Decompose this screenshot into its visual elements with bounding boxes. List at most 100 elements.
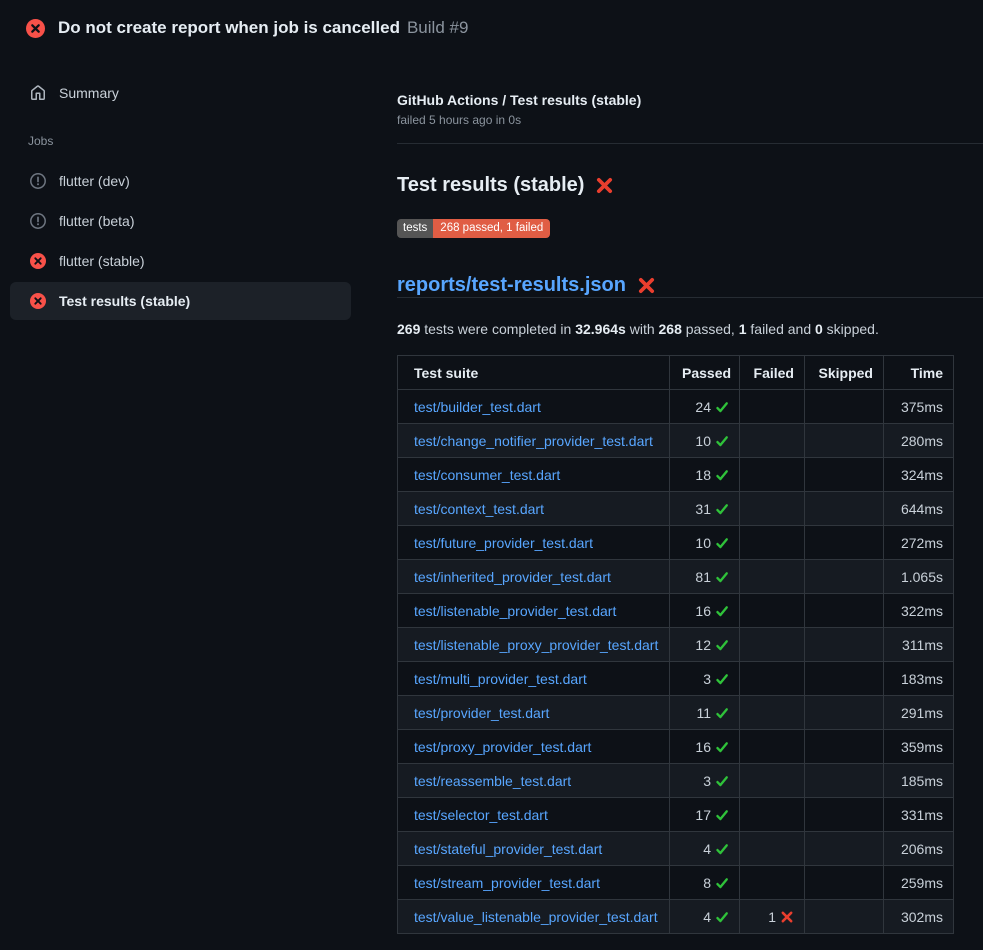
- passed-cell-value: 11: [696, 705, 729, 721]
- passed-cell-value: 3: [703, 773, 729, 789]
- passed-cell: 4: [670, 832, 740, 866]
- table-row: test/listenable_provider_test.dart16322m…: [398, 594, 954, 628]
- badge-label: tests: [397, 219, 433, 238]
- count: 8: [703, 875, 711, 891]
- test-suite-link[interactable]: test/selector_test.dart: [414, 807, 548, 823]
- failed-cell: [740, 662, 805, 696]
- test-suite-link[interactable]: test/future_provider_test.dart: [414, 535, 593, 551]
- sidebar-item-flutter-dev[interactable]: flutter (dev): [10, 162, 351, 200]
- check-mark-icon: [715, 434, 729, 448]
- skipped-cell: [805, 696, 884, 730]
- summary-fragment: skipped.: [823, 321, 879, 337]
- test-suite-link[interactable]: test/inherited_provider_test.dart: [414, 569, 611, 585]
- job-label: flutter (beta): [59, 213, 134, 229]
- time-cell: 280ms: [884, 424, 954, 458]
- test-suite-link[interactable]: test/stream_provider_test.dart: [414, 875, 600, 891]
- skipped-cell: [805, 424, 884, 458]
- count: 10: [695, 535, 711, 551]
- skipped-cell: [805, 390, 884, 424]
- passed-cell-value: 31: [695, 501, 729, 517]
- time-cell: 272ms: [884, 526, 954, 560]
- count: 12: [695, 637, 711, 653]
- time-cell: 1.065s: [884, 560, 954, 594]
- skipped-cell: [805, 764, 884, 798]
- skipped-cell: [805, 730, 884, 764]
- sidebar-item-flutter-stable[interactable]: flutter (stable): [10, 242, 351, 280]
- failed-cell: [740, 730, 805, 764]
- failed-cell: [740, 798, 805, 832]
- suite-cell: test/stateful_provider_test.dart: [398, 832, 670, 866]
- check-mark-icon: [715, 842, 729, 856]
- time-cell: 185ms: [884, 764, 954, 798]
- summary-number: 1: [739, 321, 747, 337]
- passed-cell: 12: [670, 628, 740, 662]
- table-header-row: Test suitePassedFailedSkippedTime: [398, 356, 954, 390]
- passed-cell: 24: [670, 390, 740, 424]
- check-mark-icon: [715, 536, 729, 550]
- report-title: reports/test-results.json: [397, 273, 983, 297]
- passed-cell-value: 18: [695, 467, 729, 483]
- skipped-cell: [805, 866, 884, 900]
- cross-mark-icon: [595, 176, 614, 195]
- job-label: Test results (stable): [59, 293, 190, 309]
- section-title: Test results (stable): [397, 173, 983, 197]
- failed-cell: 1: [740, 900, 805, 934]
- test-suite-link[interactable]: test/context_test.dart: [414, 501, 544, 517]
- jobs-section-label: Jobs: [28, 134, 361, 148]
- time-cell: 324ms: [884, 458, 954, 492]
- column-header-test-suite: Test suite: [398, 356, 670, 390]
- table-row: test/consumer_test.dart 18 324ms: [398, 458, 954, 492]
- count: 16: [695, 739, 711, 755]
- test-suite-link[interactable]: test/value_listenable_provider_test.dart: [414, 909, 658, 925]
- report-link[interactable]: reports/test-results.json: [397, 273, 626, 297]
- sidebar-item-summary[interactable]: Summary: [10, 74, 351, 112]
- test-suite-link[interactable]: test/listenable_provider_test.dart: [414, 603, 616, 619]
- count: 11: [696, 705, 711, 721]
- suite-cell: test/value_listenable_provider_test.dart: [398, 900, 670, 934]
- test-suite-link[interactable]: test/builder_test.dart: [414, 399, 541, 415]
- test-suite-link[interactable]: test/stateful_provider_test.dart: [414, 841, 602, 857]
- test-suite-link[interactable]: test/consumer_test.dart: [414, 467, 560, 483]
- cross-mark-icon: [780, 910, 794, 924]
- test-suite-link[interactable]: test/reassemble_test.dart: [414, 773, 571, 789]
- summary-fragment: passed,: [682, 321, 739, 337]
- failed-cell: [740, 832, 805, 866]
- suite-cell: test/proxy_provider_test.dart: [398, 730, 670, 764]
- check-mark-icon: [715, 570, 729, 584]
- time-cell: 259ms: [884, 866, 954, 900]
- suite-cell: test/selector_test.dart: [398, 798, 670, 832]
- passed-cell: 11: [670, 696, 740, 730]
- passed-cell: 3: [670, 764, 740, 798]
- cross-mark-icon: [637, 276, 656, 295]
- passed-cell: 31: [670, 492, 740, 526]
- table-row: test/value_listenable_provider_test.dart…: [398, 900, 954, 934]
- suite-cell: test/multi_provider_test.dart: [398, 662, 670, 696]
- check-mark-icon: [715, 774, 729, 788]
- suite-cell: test/inherited_provider_test.dart: [398, 560, 670, 594]
- alert-circle-icon: [30, 173, 46, 189]
- time-cell: 644ms: [884, 492, 954, 526]
- count: 3: [703, 773, 711, 789]
- passed-cell-value: 16: [695, 739, 729, 755]
- failed-cell: [740, 594, 805, 628]
- passed-cell-value: 24: [695, 399, 729, 415]
- sidebar-item-flutter-beta[interactable]: flutter (beta): [10, 202, 351, 240]
- test-suite-link[interactable]: test/multi_provider_test.dart: [414, 671, 587, 687]
- sidebar-item-test-results-stable[interactable]: Test results (stable): [10, 282, 351, 320]
- suite-cell: test/context_test.dart: [398, 492, 670, 526]
- test-suite-link[interactable]: test/change_notifier_provider_test.dart: [414, 433, 653, 449]
- test-suite-link[interactable]: test/listenable_proxy_provider_test.dart: [414, 637, 658, 653]
- failed-cell: [740, 390, 805, 424]
- summary-fragment: with: [626, 321, 659, 337]
- count: 31: [695, 501, 711, 517]
- passed-cell-value: 10: [695, 433, 729, 449]
- passed-cell-value: 10: [695, 535, 729, 551]
- skipped-cell: [805, 662, 884, 696]
- passed-cell-value: 16: [695, 603, 729, 619]
- time-cell: 359ms: [884, 730, 954, 764]
- failed-cell: [740, 492, 805, 526]
- test-suite-link[interactable]: test/provider_test.dart: [414, 705, 549, 721]
- x-circle-icon: [30, 253, 46, 269]
- skipped-cell: [805, 458, 884, 492]
- test-suite-link[interactable]: test/proxy_provider_test.dart: [414, 739, 591, 755]
